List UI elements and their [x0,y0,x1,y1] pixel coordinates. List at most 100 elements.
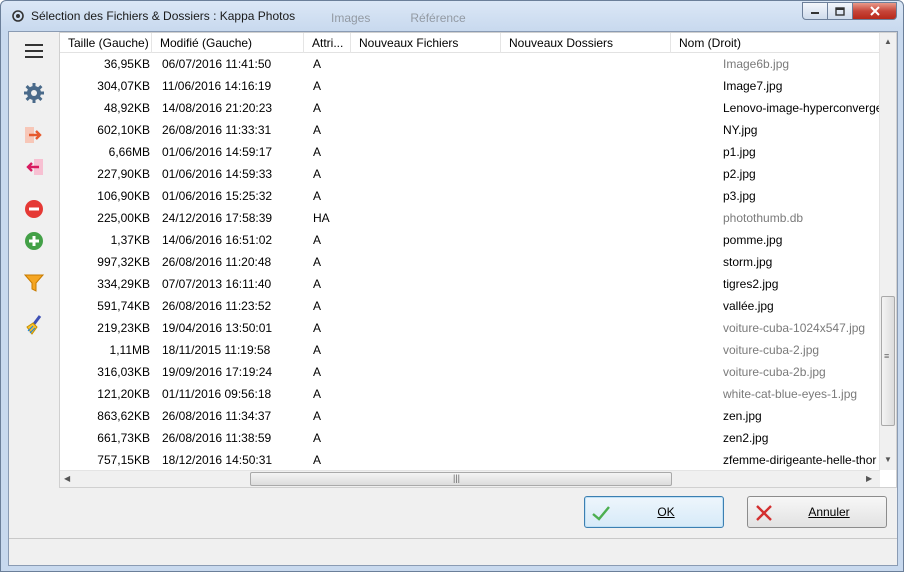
column-new-files[interactable]: Nouveaux Fichiers [351,33,501,53]
cell-attributes: A [313,321,322,335]
horizontal-scroll-thumb[interactable]: ||| [250,472,672,486]
table-row[interactable]: 602,10KB 26/08/2016 11:33:31 A NY.jpg [60,119,880,141]
table-row[interactable]: 1,11MB 18/11/2015 11:19:58 Avoiture-cuba-2… [60,339,880,361]
menu-button[interactable] [21,38,47,64]
table-row[interactable]: 757,15KB 18/12/2016 14:50:31 Azfemme-dirig… [60,449,880,471]
table-row[interactable]: 661,73KB 26/08/2016 11:38:59 Azen2.jpg [60,427,880,449]
cell-size: 1,37KB [110,233,150,247]
scroll-up-arrow-icon[interactable]: ▲ [884,37,892,46]
table-row[interactable]: 225,00KB 24/12/2016 17:58:39 HA photothumb.… [60,207,880,229]
scroll-left-arrow-icon[interactable]: ◀ [64,474,70,483]
maximize-button[interactable] [827,2,853,20]
settings-button[interactable] [21,80,47,106]
cell-modified: 19/04/2016 13:50:01 [162,321,273,335]
background-tabs: Images Référence [331,11,466,29]
table-row[interactable]: 106,90KB 01/06/2016 15:25:32 Ap3.jpg [60,185,880,207]
include-plus-icon [25,232,43,250]
cell-size: 225,00KB [97,211,150,225]
cancel-button[interactable]: Annuler [747,496,887,528]
cell-name-right: voiture-cuba-2b.jpg [723,365,826,379]
table-row[interactable]: 121,20KB 01/11/2016 09:56:18 Awhite-cat-bl… [60,383,880,405]
cell-modified: 07/07/2013 16:11:40 [162,277,272,291]
scroll-down-arrow-icon[interactable]: ▼ [884,455,892,464]
cell-modified: 01/11/2016 09:56:18 [162,387,272,401]
copy-to-left-button[interactable] [21,154,47,180]
close-button[interactable] [852,2,897,20]
scroll-right-arrow-icon[interactable]: ▶ [866,474,872,483]
cell-attributes: A [313,365,322,379]
title-bar[interactable]: Sélection des Fichiers & Dossiers : Kapp… [1,1,903,31]
table-row[interactable]: 6,66MB 01/06/2016 14:59:17 Ap1.jpg [60,141,880,163]
table-row[interactable]: 219,23KB 19/04/2016 13:50:01 Avoiture-cuba… [60,317,880,339]
column-size-left[interactable]: Taille (Gauche) [60,33,152,53]
ok-button[interactable]: OK [584,496,724,528]
copy-left-icon [26,159,43,175]
cell-size: 219,23KB [97,321,150,335]
background-tab: Images [331,11,371,25]
table-row[interactable]: 48,92KB 14/08/2016 21:20:23 A Lenovo-image-… [60,97,882,119]
cell-name-right: voiture-cuba-1024x547.jpg [723,321,866,335]
cell-name-right: p3.jpg [723,189,756,203]
horizontal-scrollbar[interactable]: ◀ ||| ▶ [60,470,880,487]
table-row[interactable]: 304,07KB 11/06/2016 14:16:19 A Image7.jpg [60,75,880,97]
vertical-scrollbar[interactable]: ▲ ≡ ▼ [879,33,896,470]
cell-attributes: A [313,145,322,159]
table-row[interactable]: 227,90KB 01/06/2016 14:59:33 Ap2.jpg [60,163,880,185]
status-bar [9,538,897,565]
cell-attributes: A [313,299,322,313]
cell-name-right: vallée.jpg [723,299,774,313]
cell-modified: 01/06/2016 14:59:17 [162,145,273,159]
file-list[interactable]: Taille (Gauche) Modifié (Gauche) Attri..… [59,32,897,488]
cell-modified: 18/11/2015 11:19:58 [162,343,271,357]
thumb-grip-icon: ≡ [884,351,890,361]
include-button[interactable] [21,228,47,254]
cell-modified: 19/09/2016 17:19:24 [162,365,273,379]
cell-attributes: A [313,277,322,291]
cell-attributes: A [313,101,322,115]
hamburger-menu-icon [25,44,43,58]
ok-button-label: OK [657,505,675,519]
cell-modified: 14/08/2016 21:20:23 [162,101,273,115]
table-row[interactable]: 334,29KB 07/07/2013 16:11:40 Atigres2.jpg [60,273,880,295]
cell-name-right: tigres2.jpg [723,277,779,291]
table-row[interactable]: 1,37KB 14/06/2016 16:51:02 Apomme.jpg [60,229,880,251]
table-row[interactable]: 316,03KB 19/09/2016 17:19:24 Avoiture-cuba… [60,361,880,383]
cell-size: 863,62KB [97,409,150,423]
minimize-button[interactable] [802,2,828,20]
cell-size: 1,11MB [109,343,150,357]
cell-attributes: A [313,167,322,181]
clean-button[interactable] [21,312,47,338]
filter-button[interactable] [21,270,47,296]
cell-size: 334,29KB [97,277,150,291]
cell-modified: 26/08/2016 11:38:59 [162,431,272,445]
column-name-right[interactable]: Nom (Droit) [671,33,880,53]
column-modified-left[interactable]: Modifié (Gauche) [152,33,304,53]
background-tab: Référence [410,11,466,25]
cell-size: 227,90KB [97,167,150,181]
vertical-scroll-thumb[interactable]: ≡ [881,296,895,426]
table-row[interactable]: 863,62KB 26/08/2016 11:34:37 Azen.jpg [60,405,880,427]
cell-size: 997,32KB [97,255,150,269]
cell-name-right: zen2.jpg [723,431,769,445]
cell-name-right: pomme.jpg [723,233,783,247]
clean-brush-icon [26,315,42,335]
sidebar-toolbar [9,32,59,472]
table-row[interactable]: 36,95KB 06/07/2016 11:41:50 A Image6b.jpg [60,53,880,75]
cell-modified: 14/06/2016 16:51:02 [162,233,273,247]
cell-modified: 18/12/2016 14:50:31 [162,453,273,467]
table-row[interactable]: 591,74KB 26/08/2016 11:23:52 Avallée.jpg [60,295,880,317]
cell-size: 591,74KB [97,299,150,313]
column-new-folders[interactable]: Nouveaux Dossiers [501,33,671,53]
column-attributes[interactable]: Attri... [304,33,351,53]
table-row[interactable]: 997,32KB 26/08/2016 11:20:48 Astorm.jpg [60,251,880,273]
cell-attributes: A [313,57,322,71]
copy-to-right-button[interactable] [21,122,47,148]
cell-modified: 11/06/2016 14:16:19 [162,79,272,93]
cell-attributes: A [313,453,322,467]
dialog-window: Sélection des Fichiers & Dossiers : Kapp… [0,0,904,572]
exclude-button[interactable] [21,196,47,222]
cancel-button-label: Annuler [808,505,850,519]
cell-size: 304,07KB [97,79,150,93]
cell-size: 757,15KB [97,453,150,467]
cell-size: 121,20KB [97,387,150,401]
